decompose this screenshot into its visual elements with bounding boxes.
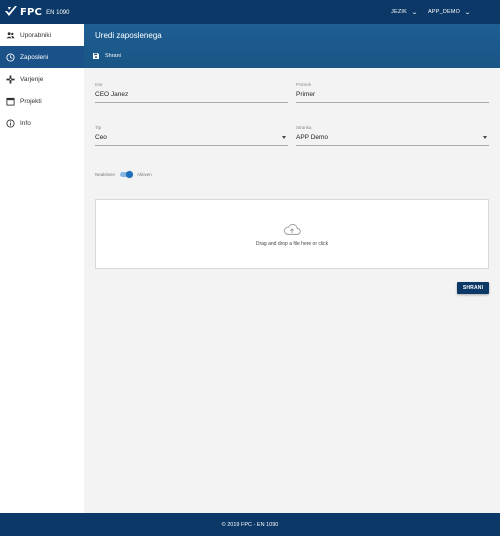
file-dropzone[interactable]: Drag and drop a file here or click xyxy=(95,199,489,269)
sidebar-item-varjenje[interactable]: Varjenje xyxy=(0,68,84,90)
status-on-label: Aktiven xyxy=(137,172,152,177)
footer-text: © 2019 FPC - EN 1090 xyxy=(221,521,279,528)
app-logo[interactable]: FPC EN 1090 xyxy=(4,4,69,20)
sidebar: Uporabniki Zaposleni Varjenje Projekti I… xyxy=(0,24,84,513)
sidebar-item-label: Uporabniki xyxy=(20,31,52,39)
stranka-select[interactable]: Stranka APP Demo xyxy=(296,125,489,146)
stranka-label: Stranka xyxy=(296,125,312,130)
priimek-value: Primer xyxy=(296,91,316,98)
sidebar-item-info[interactable]: Info xyxy=(0,112,84,134)
save-icon xyxy=(93,53,99,59)
status-toggle-row: Neaktiven Aktiven xyxy=(95,171,152,178)
status-off-label: Neaktiven xyxy=(95,172,116,177)
sidebar-item-label: Projekti xyxy=(20,97,42,105)
header-save-button[interactable]: Shrani xyxy=(93,53,121,59)
header-save-label: Shrani xyxy=(105,53,121,59)
sidebar-item-zaposleni[interactable]: Zaposleni xyxy=(0,46,84,68)
priimek-field[interactable]: Priimek Primer xyxy=(296,82,489,103)
logo-main-text: FPC xyxy=(20,6,43,18)
caret-down-icon xyxy=(483,136,487,139)
sidebar-item-label: Zaposleni xyxy=(20,53,49,61)
top-bar: FPC EN 1090 JEZIK ⌄ APP_DEMO ⌄ xyxy=(0,0,500,24)
ime-label: Ime xyxy=(95,82,103,87)
info-icon xyxy=(6,118,15,128)
toggle-knob xyxy=(126,171,134,178)
account-menu[interactable]: APP_DEMO ⌄ xyxy=(428,0,472,24)
stranka-value: APP Demo xyxy=(296,134,329,141)
sidebar-item-label: Varjenje xyxy=(20,75,44,83)
ime-field[interactable]: Ime CEO Janez xyxy=(95,82,288,103)
sidebar-item-uporabniki[interactable]: Uporabniki xyxy=(0,24,84,46)
caret-down-icon xyxy=(282,136,286,139)
language-menu-label: JEZIK xyxy=(391,9,407,15)
ime-value: CEO Janez xyxy=(95,91,129,98)
clock-icon xyxy=(6,52,15,62)
calendar-icon xyxy=(6,97,15,106)
priimek-label: Priimek xyxy=(296,82,312,87)
cloud-upload-icon xyxy=(283,223,301,241)
sidebar-item-label: Info xyxy=(20,119,31,127)
page-header: Uredi zaposlenega Shrani xyxy=(84,24,500,68)
footer: © 2019 FPC - EN 1090 xyxy=(0,513,500,536)
dropzone-text: Drag and drop a file here or click xyxy=(255,241,329,247)
account-menu-label: APP_DEMO xyxy=(428,9,461,15)
tip-label: Tip xyxy=(95,125,102,130)
save-button[interactable]: SHRANI xyxy=(457,282,489,294)
tip-select[interactable]: Tip Ceo xyxy=(95,125,288,146)
language-menu[interactable]: JEZIK ⌄ xyxy=(391,0,419,24)
logo-sub-text: EN 1090 xyxy=(46,10,70,16)
tip-value: Ceo xyxy=(95,134,107,141)
sidebar-item-projekti[interactable]: Projekti xyxy=(0,90,84,112)
gamepad-icon xyxy=(6,74,15,84)
users-icon xyxy=(6,31,15,40)
chevron-down-icon: ⌄ xyxy=(464,9,472,16)
status-toggle[interactable] xyxy=(120,171,134,178)
page-title: Uredi zaposlenega xyxy=(95,31,162,40)
logo-check-icon xyxy=(5,6,17,16)
chevron-down-icon: ⌄ xyxy=(410,9,419,16)
